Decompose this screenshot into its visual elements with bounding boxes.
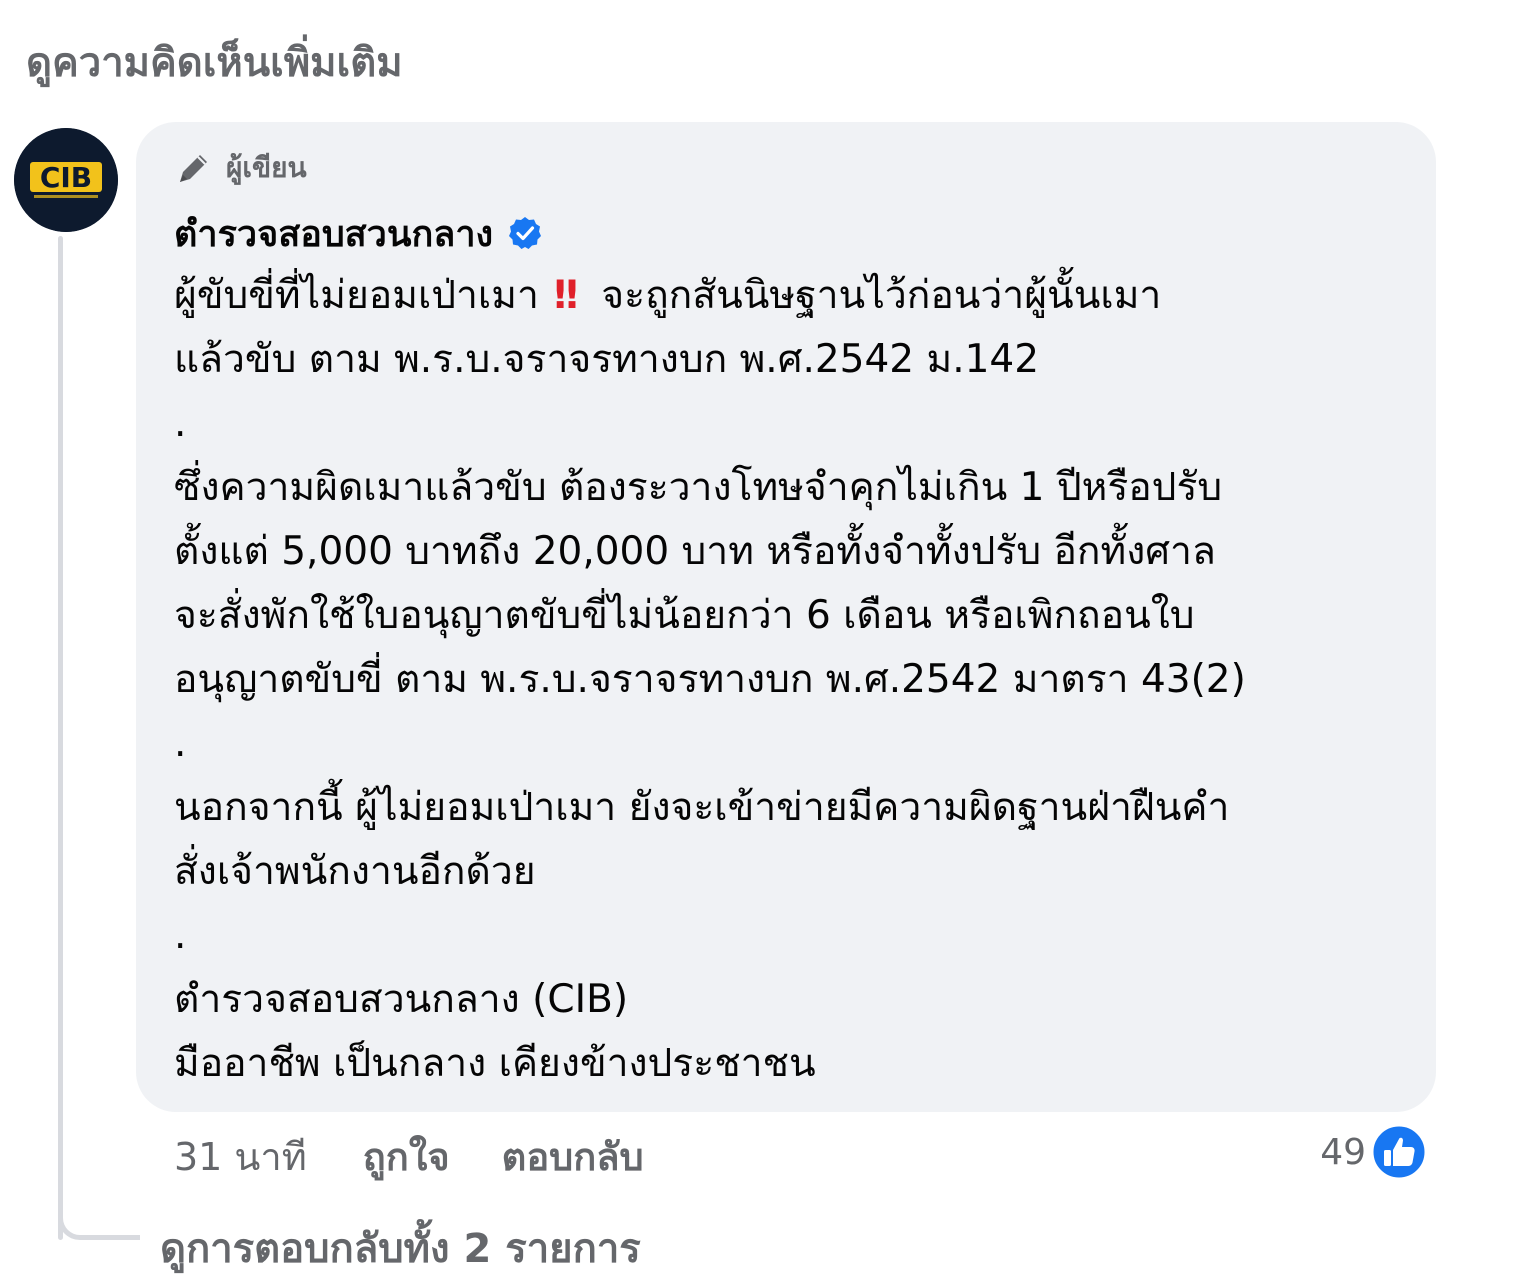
verified-badge-icon	[509, 217, 542, 249]
reply-button[interactable]: ตอบกลับ	[502, 1126, 644, 1187]
comment-line: แล้วขับ ตาม พ.ร.บ.จราจรทางบก พ.ศ.2542 ม.…	[174, 337, 1040, 382]
comment-line: สั่งเจ้าพนักงานอีกด้วย	[174, 849, 536, 894]
reaction-count: 49	[1320, 1131, 1366, 1173]
comment-text-segment: ผู้ขับขี่ที่ไม่ยอมเป่าเมา	[174, 273, 539, 318]
comment-line: ตั้งแต่ 5,000 บาทถึง 20,000 บาท หรือทั้ง…	[174, 529, 1216, 574]
comment-line: จะสั่งพักใช้ใบอนุญาตขับขี่ไม่น้อยกว่า 6 …	[174, 593, 1195, 638]
comment-line: ซึ่งความผิดเมาแล้วขับ ต้องระวางโทษจำคุกไ…	[174, 465, 1223, 510]
comment-line: ผู้ขับขี่ที่ไม่ยอมเป่าเมา !! จะถูกสันนิษ…	[174, 264, 1398, 328]
avatar[interactable]: CIB	[14, 128, 118, 232]
comment-timestamp[interactable]: 31 นาที	[174, 1126, 307, 1187]
avatar-text: CIB	[40, 161, 92, 194]
view-replies-link[interactable]: ดูการตอบกลับทั้ง 2 รายการ	[160, 1216, 641, 1280]
double-exclamation-emoji: !!	[551, 273, 580, 318]
cib-logo-icon: CIB	[14, 128, 118, 232]
comment-actions: 31 นาที ถูกใจ ตอบกลับ	[174, 1128, 696, 1184]
comment-thread: ดูความคิดเห็นเพิ่มเติม CIB ผู้เขียน ตำรว…	[0, 0, 1536, 1284]
reaction-summary[interactable]: 49	[1320, 1120, 1428, 1184]
comment-line: อนุญาตขับขี่ ตาม พ.ร.บ.จราจรทางบก พ.ศ.25…	[174, 657, 1246, 702]
comment-text-segment: จะถูกสันนิษฐานไว้ก่อนว่าผู้นั้นเมา	[601, 273, 1162, 318]
like-button[interactable]: ถูกใจ	[363, 1126, 450, 1187]
like-thumb-icon	[1370, 1123, 1428, 1181]
thread-connector	[58, 1192, 140, 1240]
comment-line: .	[174, 721, 187, 766]
view-more-comments-link[interactable]: ดูความคิดเห็นเพิ่มเติม	[26, 30, 403, 94]
author-badge-label: ผู้เขียน	[226, 151, 307, 184]
comment-line: .	[174, 401, 187, 446]
comment-text: ผู้ขับขี่ที่ไม่ยอมเป่าเมา !! จะถูกสันนิษ…	[174, 264, 1398, 1096]
author-name[interactable]: ตำรวจสอบสวนกลาง	[174, 205, 493, 262]
comment-line: ตำรวจสอบสวนกลาง (CIB)	[174, 977, 629, 1022]
pen-icon	[180, 155, 207, 182]
author-badge: ผู้เขียน	[174, 148, 1398, 188]
author-row: ตำรวจสอบสวนกลาง	[174, 210, 1398, 256]
comment-line: มืออาชีพ เป็นกลาง เคียงข้างประชาชน	[174, 1041, 816, 1086]
comment-bubble: ผู้เขียน ตำรวจสอบสวนกลาง ผู้ขับขี่ที่ไม่…	[136, 122, 1436, 1112]
comment-line: .	[174, 913, 187, 958]
comment-line: นอกจากนี้ ผู้ไม่ยอมเป่าเมา ยังจะเข้าข่าย…	[174, 785, 1230, 830]
thread-line	[58, 236, 63, 1240]
